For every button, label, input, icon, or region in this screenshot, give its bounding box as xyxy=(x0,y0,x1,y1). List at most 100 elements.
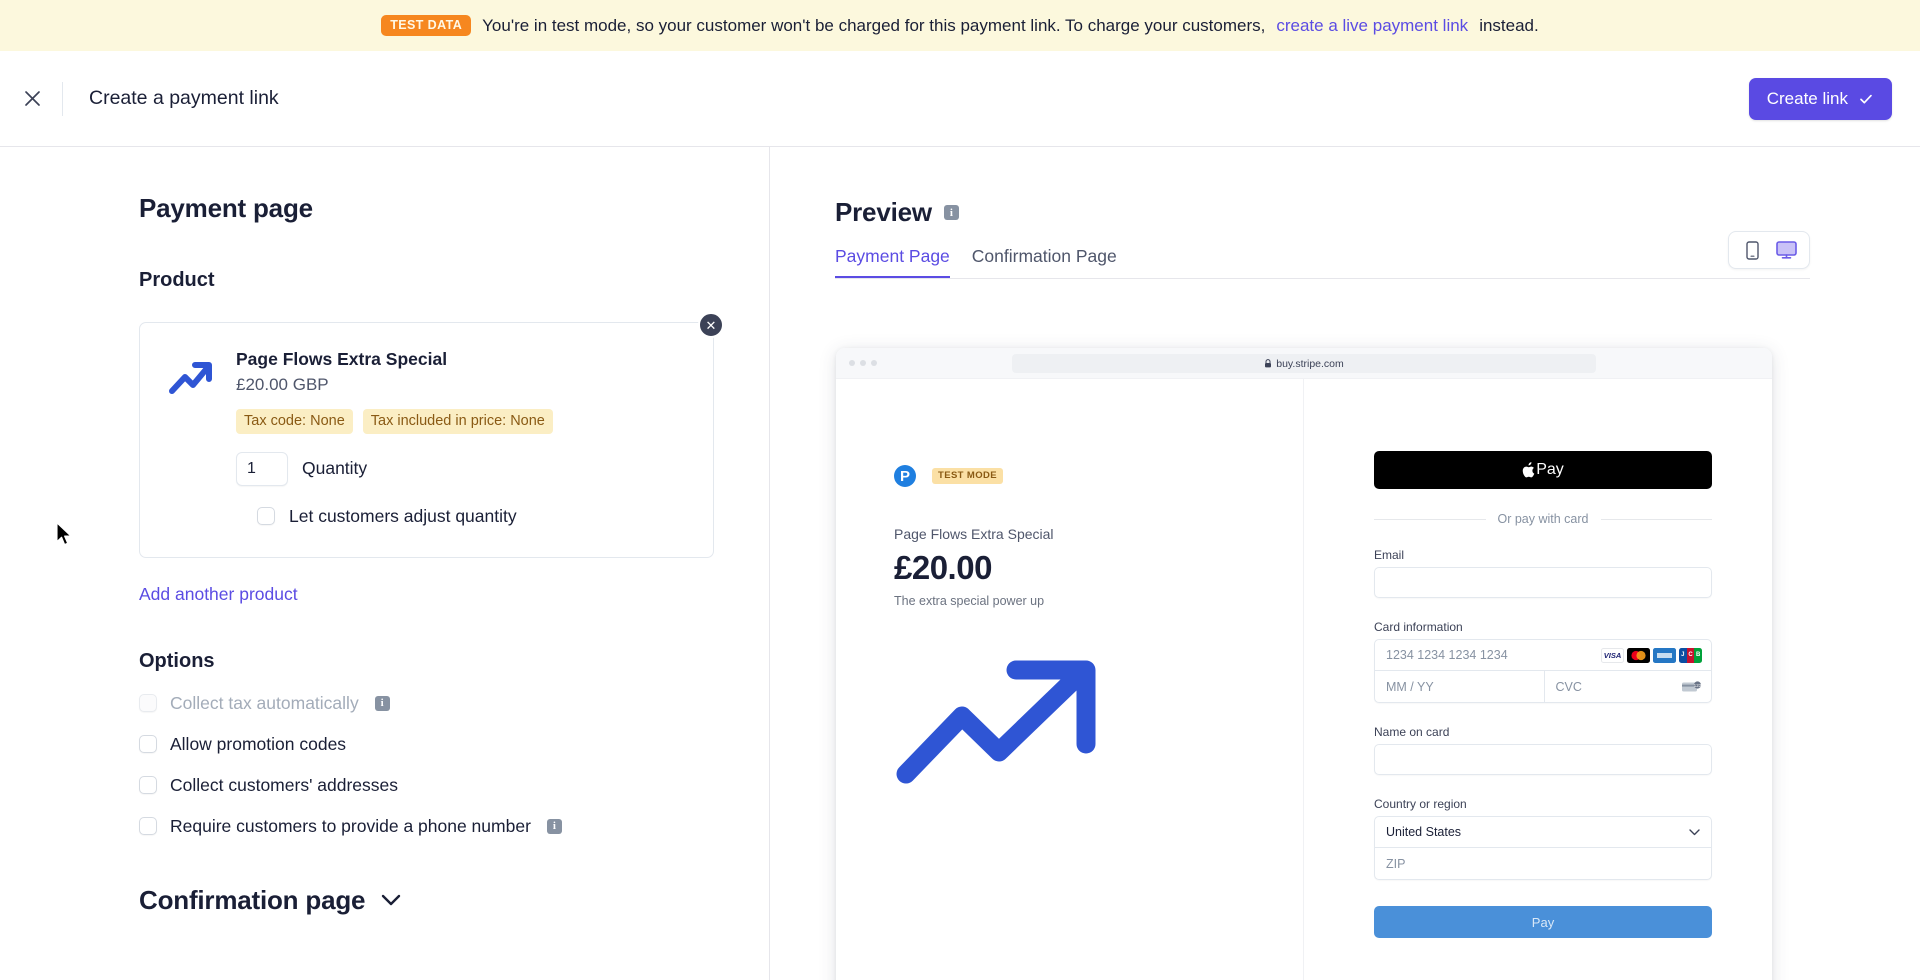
chevron-down-icon xyxy=(382,894,401,906)
country-select[interactable]: United States xyxy=(1375,817,1711,848)
create-link-button[interactable]: Create link xyxy=(1748,77,1892,120)
device-toggle xyxy=(1728,231,1810,269)
require-phone-label: Require customers to provide a phone num… xyxy=(170,815,531,836)
card-brand-icons: VISA JCB xyxy=(1601,647,1702,663)
checkout-summary: P TEST MODE Page Flows Extra Special £20… xyxy=(836,379,1304,980)
collect-tax-checkbox[interactable] xyxy=(139,694,157,713)
create-live-payment-link[interactable]: create a live payment link xyxy=(1276,16,1468,36)
zip-placeholder: ZIP xyxy=(1386,856,1406,871)
product-card: ✕ Page Flows Extra Special £20.00 GBP Ta… xyxy=(139,312,724,558)
apple-pay-label: Pay xyxy=(1536,461,1564,478)
quantity-label: Quantity xyxy=(302,458,368,479)
mastercard-icon xyxy=(1627,647,1650,663)
app-header: Create a payment link Create link xyxy=(0,51,1920,147)
card-information-group: 1234 1234 1234 1234 VISA JCB MM / YY CVC… xyxy=(1374,639,1712,703)
info-icon[interactable]: i xyxy=(374,695,390,711)
check-icon xyxy=(1860,94,1872,104)
checkout-description: The extra special power up xyxy=(894,594,1045,608)
chevron-down-icon xyxy=(1689,828,1700,835)
card-number-field[interactable]: 1234 1234 1234 1234 VISA JCB xyxy=(1375,640,1711,671)
desktop-icon[interactable] xyxy=(1770,237,1802,263)
svg-text:123: 123 xyxy=(1694,683,1702,688)
test-mode-badge: TEST MODE xyxy=(932,468,1004,484)
card-cvc-placeholder: CVC xyxy=(1555,679,1582,694)
add-another-product-link[interactable]: Add another product xyxy=(139,584,298,605)
cvc-hint-icon: 123 xyxy=(1682,681,1702,692)
checkout-payment-form: Pay Or pay with card Email Card informat… xyxy=(1304,379,1772,980)
browser-chrome: buy.stripe.com xyxy=(836,348,1772,379)
card-number-placeholder: 1234 1234 1234 1234 xyxy=(1386,648,1508,662)
apple-pay-button[interactable]: Pay xyxy=(1374,451,1712,489)
country-group: United States ZIP xyxy=(1374,816,1712,880)
jcb-icon: JCB xyxy=(1679,647,1702,663)
merchant-logo: P xyxy=(894,465,916,487)
product-name: Page Flows Extra Special xyxy=(236,349,448,369)
promotion-codes-label: Allow promotion codes xyxy=(170,733,347,754)
tax-included-badge: Tax included in price: None xyxy=(362,409,553,434)
country-or-region-label: Country or region xyxy=(1374,797,1467,811)
url-text: buy.stripe.com xyxy=(1276,357,1344,370)
section-heading-confirmation-page: Confirmation page xyxy=(139,884,366,915)
section-heading-payment-page: Payment page xyxy=(139,193,313,223)
option-promotion-codes[interactable]: Allow promotion codes xyxy=(139,734,769,755)
checkout-amount: £20.00 xyxy=(894,549,992,586)
payment-page-form: Payment page Product ✕ Page Flows Extra … xyxy=(0,147,770,980)
product-price: £20.00 GBP xyxy=(236,375,329,394)
tab-confirmation-page[interactable]: Confirmation Page xyxy=(972,246,1117,278)
tax-code-badge: Tax code: None xyxy=(236,409,353,434)
pay-button[interactable]: Pay xyxy=(1374,906,1712,938)
option-require-phone[interactable]: Require customers to provide a phone num… xyxy=(139,816,769,837)
option-collect-tax[interactable]: Collect tax automatically i xyxy=(139,693,769,714)
test-mode-banner: TEST DATA You're in test mode, so your c… xyxy=(0,0,1920,51)
close-icon[interactable] xyxy=(15,82,49,116)
section-heading-preview: Preview xyxy=(835,197,932,227)
test-data-badge: TEST DATA xyxy=(381,15,472,36)
lock-icon xyxy=(1265,359,1272,368)
country-value: United States xyxy=(1386,825,1462,839)
preview-tabs: Payment Page Confirmation Page xyxy=(835,231,1810,279)
remove-product-button[interactable]: ✕ xyxy=(698,312,724,338)
info-icon[interactable]: i xyxy=(943,205,959,220)
adjust-quantity-label: Let customers adjust quantity xyxy=(289,505,517,526)
card-information-label: Card information xyxy=(1374,620,1463,634)
collect-tax-label: Collect tax automatically xyxy=(170,692,359,713)
card-cvc-field[interactable]: CVC 123 xyxy=(1545,671,1712,702)
promotion-codes-checkbox[interactable] xyxy=(139,735,157,754)
url-bar: buy.stripe.com xyxy=(1012,354,1596,373)
name-on-card-label: Name on card xyxy=(1374,725,1450,739)
amex-icon xyxy=(1653,647,1676,663)
page-title: Create a payment link xyxy=(89,87,279,109)
confirmation-page-section-toggle[interactable]: Confirmation page xyxy=(139,885,769,916)
or-divider-label: Or pay with card xyxy=(1497,512,1589,526)
option-collect-addresses[interactable]: Collect customers' addresses xyxy=(139,775,769,796)
or-pay-with-card-divider: Or pay with card xyxy=(1374,512,1712,526)
apple-logo-icon xyxy=(1522,462,1535,478)
collect-addresses-label: Collect customers' addresses xyxy=(170,774,399,795)
mobile-icon[interactable] xyxy=(1736,237,1768,263)
test-banner-message: You're in test mode, so your customer wo… xyxy=(482,15,1266,35)
section-heading-product: Product xyxy=(139,269,215,291)
create-link-label: Create link xyxy=(1766,88,1848,108)
test-banner-message-suffix: instead. xyxy=(1479,15,1539,35)
product-image xyxy=(894,654,1124,789)
card-expiry-placeholder: MM / YY xyxy=(1386,679,1434,694)
zip-field[interactable]: ZIP xyxy=(1375,848,1711,879)
section-heading-options: Options xyxy=(139,649,215,672)
collect-addresses-checkbox[interactable] xyxy=(139,776,157,795)
checkout-product-name: Page Flows Extra Special xyxy=(894,526,1054,542)
email-field[interactable] xyxy=(1374,567,1712,598)
adjust-quantity-checkbox[interactable] xyxy=(257,507,275,526)
checkout-preview-browser: buy.stripe.com P TEST MODE Page Flows Ex… xyxy=(836,348,1772,980)
header-divider xyxy=(62,81,63,116)
product-thumbnail-icon xyxy=(164,349,220,405)
checkout-page: P TEST MODE Page Flows Extra Special £20… xyxy=(836,379,1772,980)
quantity-input[interactable] xyxy=(236,451,288,486)
info-icon[interactable]: i xyxy=(546,818,562,834)
tab-payment-page[interactable]: Payment Page xyxy=(835,246,950,278)
email-label: Email xyxy=(1374,548,1405,562)
window-dots xyxy=(849,360,877,366)
name-on-card-field[interactable] xyxy=(1374,744,1712,775)
visa-icon: VISA xyxy=(1601,647,1624,663)
card-expiry-field[interactable]: MM / YY xyxy=(1375,671,1545,702)
require-phone-checkbox[interactable] xyxy=(139,817,157,836)
